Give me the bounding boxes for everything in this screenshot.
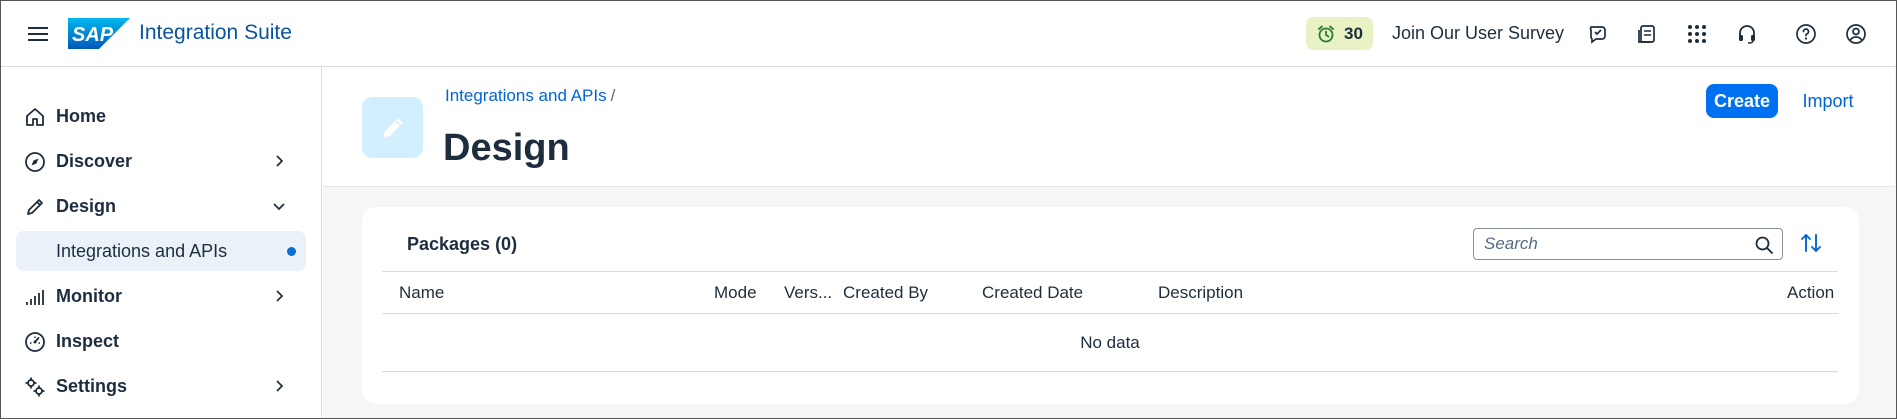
chevron-down-icon xyxy=(273,203,285,211)
selected-indicator-dot xyxy=(287,247,296,256)
home-icon xyxy=(26,108,44,126)
design-pencil-icon xyxy=(362,97,423,158)
nav-item-home[interactable]: Home xyxy=(16,96,306,136)
trial-days-badge[interactable]: 30 xyxy=(1306,17,1373,50)
search-field[interactable] xyxy=(1473,228,1783,260)
pencil-icon xyxy=(27,199,43,215)
chevron-right-icon xyxy=(276,290,284,302)
user-profile-icon[interactable] xyxy=(1842,20,1870,48)
column-header-mode[interactable]: Mode xyxy=(714,283,757,303)
side-navigation: Home Discover Design Integrations and AP… xyxy=(0,67,322,419)
breadcrumb-link-integrations-and-apis[interactable]: Integrations and APIs xyxy=(445,86,607,105)
product-switch-icon[interactable] xyxy=(1683,20,1711,48)
hamburger-menu-icon[interactable] xyxy=(26,24,50,44)
nav-item-inspect[interactable]: Inspect xyxy=(16,321,306,361)
app-title: Integration Suite xyxy=(139,21,292,44)
import-button[interactable]: Import xyxy=(1793,84,1863,118)
page-header: Integrations and APIs / Design Create Imp… xyxy=(323,67,1895,187)
sap-logo[interactable]: SAP xyxy=(68,18,130,49)
column-header-created-by[interactable]: Created By xyxy=(843,283,928,303)
breadcrumb-separator: / xyxy=(610,86,616,105)
sort-arrows-icon xyxy=(1801,234,1821,252)
support-headset-icon[interactable] xyxy=(1733,20,1761,48)
create-button[interactable]: Create xyxy=(1706,84,1778,118)
nav-item-design[interactable]: Design xyxy=(16,186,306,226)
gears-icon xyxy=(25,377,45,397)
column-header-action[interactable]: Action xyxy=(1787,283,1834,303)
nav-label: Discover xyxy=(56,151,133,171)
shell-bar: SAP Integration Suite 30 Join Our User S… xyxy=(0,0,1897,67)
empty-table-message: No data xyxy=(382,314,1838,372)
column-header-name[interactable]: Name xyxy=(399,283,444,303)
chevron-right-icon xyxy=(276,380,284,392)
bar-chart-icon xyxy=(26,290,44,305)
packages-title: Packages (0) xyxy=(407,234,518,254)
nav-label: Settings xyxy=(56,376,128,396)
help-icon[interactable] xyxy=(1792,20,1820,48)
notes-icon[interactable] xyxy=(1633,20,1661,48)
column-header-created-date[interactable]: Created Date xyxy=(982,283,1083,303)
main-content: Integrations and APIs / Design Create Imp… xyxy=(323,67,1897,419)
chevron-right-icon xyxy=(276,155,284,167)
nav-item-settings[interactable]: Settings xyxy=(16,366,306,406)
table-header: Name Mode Vers... Created By Created Dat… xyxy=(382,271,1838,314)
joule-icon[interactable] xyxy=(1584,20,1612,48)
search-input[interactable] xyxy=(1484,233,1744,255)
compass-icon xyxy=(25,152,45,172)
user-survey-link[interactable]: Join Our User Survey xyxy=(1392,23,1564,44)
nav-item-discover[interactable]: Discover xyxy=(16,141,306,181)
column-header-version[interactable]: Vers... xyxy=(784,283,832,303)
packages-card: Packages (0) Name Mode Vers... Created B… xyxy=(362,207,1859,404)
column-header-description[interactable]: Description xyxy=(1158,283,1243,303)
nav-label: Home xyxy=(56,106,107,126)
search-icon[interactable] xyxy=(1754,235,1774,255)
breadcrumb: Integrations and APIs / xyxy=(445,86,615,106)
nav-subitem-integrations-and-apis[interactable]: Integrations and APIs xyxy=(16,231,306,271)
nav-item-monitor[interactable]: Monitor xyxy=(16,276,306,316)
nav-label: Inspect xyxy=(56,331,120,351)
nav-label: Design xyxy=(56,196,117,216)
nav-label: Monitor xyxy=(56,286,122,306)
sort-button[interactable] xyxy=(1798,230,1824,256)
gauge-icon xyxy=(25,332,45,352)
svg-text:SAP: SAP xyxy=(72,24,114,46)
trial-days-count: 30 xyxy=(1344,23,1363,43)
nav-sublabel: Integrations and APIs xyxy=(56,241,228,261)
alarm-clock-icon xyxy=(1318,25,1334,42)
page-title: Design xyxy=(443,127,570,169)
